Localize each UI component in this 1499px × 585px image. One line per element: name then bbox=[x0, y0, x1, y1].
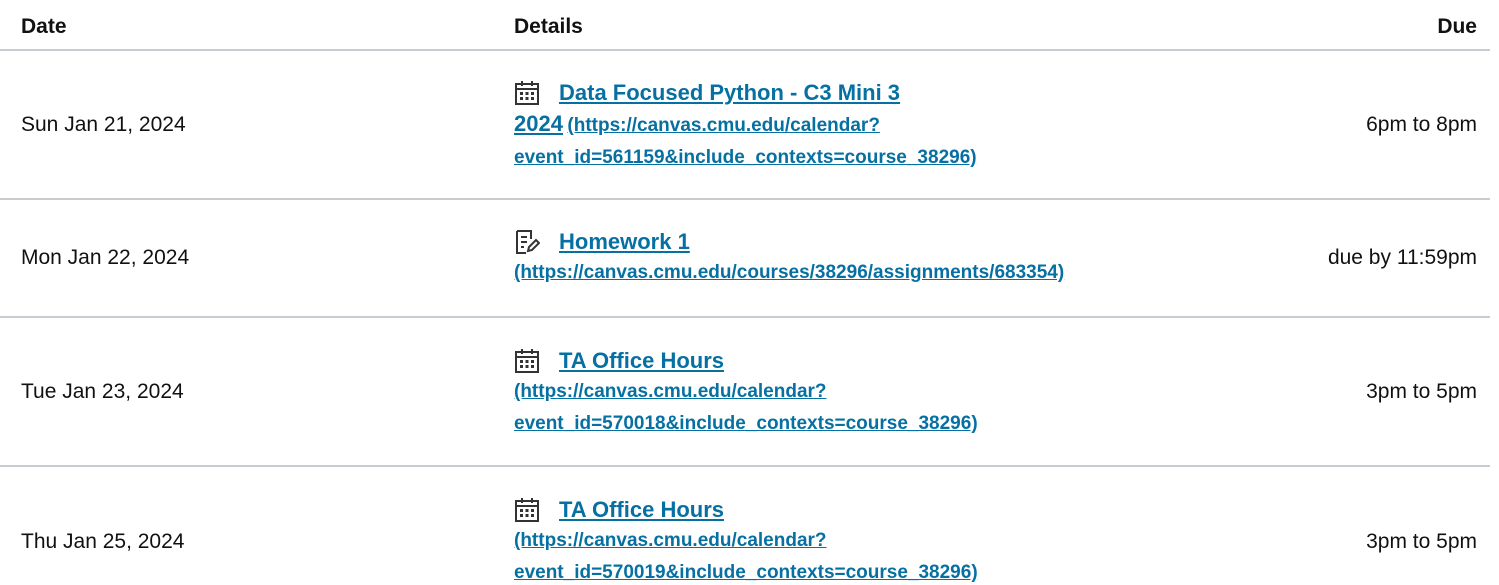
row-due: 6pm to 8pm bbox=[1366, 113, 1477, 136]
table-row: Thu Jan 25, 2024 TA Office Hours (https:… bbox=[0, 467, 1490, 585]
calendar-icon bbox=[515, 497, 539, 522]
syllabus-table: Date Details Due Sun Jan 21, 2024 Data F… bbox=[0, 0, 1499, 585]
event-title-link-cont[interactable]: 2024 bbox=[514, 111, 563, 136]
event-url-link-cont[interactable]: event_id=561159&include_contexts=course_… bbox=[514, 147, 977, 168]
header-date: Date bbox=[21, 15, 67, 38]
row-date: Tue Jan 23, 2024 bbox=[21, 380, 184, 403]
row-details: Homework 1 (https://canvas.cmu.edu/cours… bbox=[514, 226, 1214, 289]
row-details: TA Office Hours (https://canvas.cmu.edu/… bbox=[514, 345, 1214, 440]
row-due: 3pm to 5pm bbox=[1366, 380, 1477, 403]
row-details: TA Office Hours (https://canvas.cmu.edu/… bbox=[514, 494, 1214, 585]
table-row: Mon Jan 22, 2024 Homework 1 (https://can… bbox=[0, 200, 1490, 318]
event-url-link[interactable]: (https://canvas.cmu.edu/calendar? bbox=[514, 530, 827, 551]
event-url-link-cont[interactable]: event_id=570018&include_contexts=course_… bbox=[514, 413, 978, 434]
calendar-icon bbox=[515, 348, 539, 373]
table-row: Sun Jan 21, 2024 Data Focused Python - C… bbox=[0, 51, 1490, 200]
row-date: Mon Jan 22, 2024 bbox=[21, 246, 190, 269]
header-due: Due bbox=[1437, 15, 1477, 38]
event-title-link[interactable]: Data Focused Python - C3 Mini 3 bbox=[559, 77, 900, 108]
row-due: 3pm to 5pm bbox=[1366, 530, 1477, 553]
calendar-icon bbox=[515, 80, 539, 105]
table-header: Date Details Due bbox=[0, 0, 1490, 51]
row-date: Thu Jan 25, 2024 bbox=[21, 530, 185, 553]
assignment-title-link[interactable]: Homework 1 bbox=[559, 226, 690, 257]
table-row: Tue Jan 23, 2024 TA Office Hours (https:… bbox=[0, 318, 1490, 467]
header-details: Details bbox=[514, 15, 583, 38]
row-due: due by 11:59pm bbox=[1327, 246, 1477, 269]
event-title-link[interactable]: TA Office Hours bbox=[559, 494, 724, 525]
row-date: Sun Jan 21, 2024 bbox=[21, 113, 186, 136]
event-title-link[interactable]: TA Office Hours bbox=[559, 345, 724, 376]
assignment-url-link[interactable]: (https://canvas.cmu.edu/courses/38296/as… bbox=[514, 262, 1064, 283]
assignment-icon bbox=[516, 229, 540, 254]
event-url-link[interactable]: (https://canvas.cmu.edu/calendar? bbox=[514, 381, 827, 402]
event-url-link-cont[interactable]: event_id=570019&include_contexts=course_… bbox=[514, 562, 978, 583]
event-url-link[interactable]: (https://canvas.cmu.edu/calendar? bbox=[567, 115, 880, 136]
row-details: Data Focused Python - C3 Mini 3 2024 (ht… bbox=[514, 77, 1214, 174]
